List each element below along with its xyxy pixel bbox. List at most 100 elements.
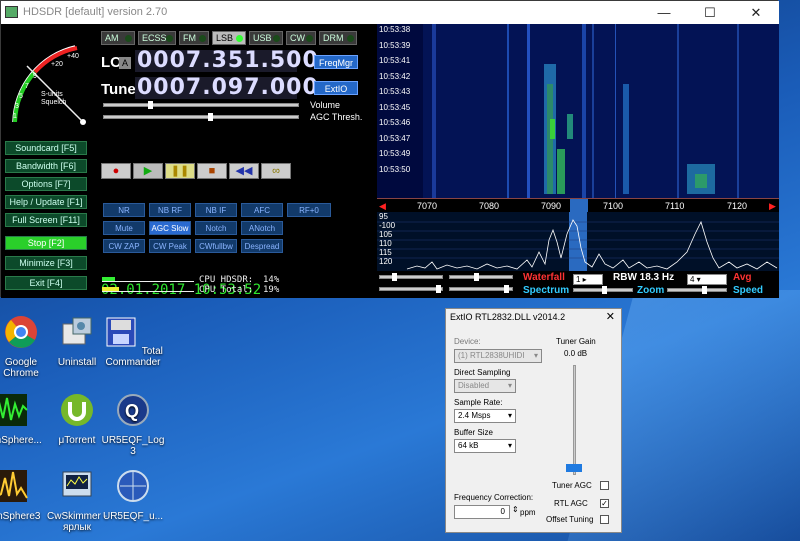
svg-text:Q: Q: [125, 401, 139, 421]
zoom-slider-left[interactable]: [573, 286, 633, 294]
spectrum-contrast-slider[interactable]: [379, 285, 443, 293]
desktop-icon-hamsphere3[interactable]: HamSphere3: [0, 468, 44, 522]
offset-tuning-label: Offset Tuning: [546, 515, 594, 524]
rewind-icon: ◀◀: [235, 165, 253, 177]
dsp-button-cw-peak[interactable]: CW Peak: [149, 239, 191, 253]
waterfall-time-label: 10:53:39: [379, 40, 411, 50]
desktop-icon-total-commander[interactable]: Total Commander: [100, 314, 166, 368]
mode-button-usb[interactable]: USB: [249, 31, 283, 45]
dsp-button-nb-rf[interactable]: NB RF: [149, 203, 191, 217]
waterfall-display[interactable]: 10:53:38 10:53:39 10:53:41 10:53:42 10:53:43…: [377, 24, 779, 198]
dsp-button-nb-if[interactable]: NB IF: [195, 203, 237, 217]
frequency-scale[interactable]: ◀ ▶ 7070 7080 7090 7100 7110 7120: [377, 198, 779, 213]
dsp-button-notch[interactable]: Notch: [195, 221, 237, 235]
scale-left-arrow-icon[interactable]: ◀: [379, 201, 386, 212]
spectrum-db-label: -100: [379, 221, 396, 230]
cwskimmer-icon: [62, 471, 92, 497]
tuner-gain-thumb[interactable]: [566, 464, 582, 472]
desktop-icon-ur5eqf-log[interactable]: Q UR5EQF_Log 3: [100, 392, 166, 457]
mode-button-cw[interactable]: CW: [286, 31, 316, 45]
tuner-gain-slider[interactable]: [573, 365, 576, 475]
extio-close-button[interactable]: ✕: [606, 310, 615, 323]
buffer-size-label: Buffer Size: [454, 428, 493, 437]
minimize-button[interactable]: —: [641, 1, 687, 24]
waterfall-time-label: 10:53:42: [379, 71, 411, 81]
spectrum-label: Spectrum: [523, 285, 570, 296]
avg-label: Avg: [733, 272, 752, 283]
cpu-hdsdr-track: [102, 276, 194, 282]
scale-right-arrow-icon[interactable]: ▶: [769, 201, 776, 212]
avg-select[interactable]: 4 ▾: [687, 274, 727, 285]
dsp-button-mute[interactable]: Mute: [103, 221, 145, 235]
frequency-tick-label: 7080: [479, 201, 500, 211]
dsp-button-nr[interactable]: NR: [103, 203, 145, 217]
dsp-button-anotch[interactable]: ANotch: [241, 221, 283, 235]
play-button[interactable]: ▶: [133, 163, 163, 179]
hdsdr-titlebar[interactable]: HDSDR [default] version 2.70 — ☐ ✕: [1, 1, 779, 24]
direct-sampling-select[interactable]: Disabled ▾: [454, 379, 516, 393]
side-button-7[interactable]: Exit [F4]: [5, 276, 87, 290]
hdsdr-control-panel: +40 +20 9 7 5 3 1 S-units Squelch AM ECSS…: [1, 24, 377, 298]
mode-button-ecss[interactable]: ECSS: [138, 31, 176, 45]
speed-slider[interactable]: [667, 286, 727, 294]
spectrum-db-label: 120: [379, 257, 393, 266]
spectrum-plot: [377, 212, 779, 271]
side-button-0[interactable]: Soundcard [F5]: [5, 141, 87, 155]
volume-slider[interactable]: [103, 101, 299, 109]
dsp-button-despread[interactable]: Despread: [241, 239, 283, 253]
close-button[interactable]: ✕: [733, 1, 779, 24]
pause-button[interactable]: ❚❚: [165, 163, 195, 179]
dsp-button-rf+0[interactable]: RF+0: [287, 203, 331, 217]
side-button-2[interactable]: Options [F7]: [5, 177, 87, 191]
cpu-total-label: CPU Total:: [199, 285, 254, 295]
mode-button-lsb[interactable]: LSB: [212, 31, 246, 45]
dsp-button-afc[interactable]: AFC: [241, 203, 283, 217]
rewind-button[interactable]: ◀◀: [229, 163, 259, 179]
rbw-label: RBW 18.3 Hz: [613, 272, 675, 283]
side-button-4[interactable]: Full Screen [F11]: [5, 213, 87, 227]
device-select[interactable]: (1) RTL2838UHIDI ▾: [454, 349, 542, 363]
offset-tuning-checkbox[interactable]: [600, 515, 609, 524]
freq-correction-stepper-icon[interactable]: ⇕: [512, 505, 519, 514]
agc-threshold-slider[interactable]: [103, 113, 299, 121]
meter-label-40: +40: [67, 53, 79, 60]
dsp-button-cw-zap[interactable]: CW ZAP: [103, 239, 145, 253]
mode-button-fm[interactable]: FM: [179, 31, 209, 45]
lo-frequency-box[interactable]: 0007.351.500: [135, 48, 318, 73]
side-button-6[interactable]: Minimize [F3]: [5, 256, 87, 270]
freqmgr-button[interactable]: FreqMgr: [314, 55, 358, 69]
extio-button[interactable]: ExtIO: [314, 81, 358, 95]
side-button-1[interactable]: Bandwidth [F6]: [5, 159, 87, 173]
side-button-3[interactable]: Help / Update [F1]: [5, 195, 87, 209]
record-button[interactable]: ●: [101, 163, 131, 179]
tune-frequency-box[interactable]: 0007.097.000: [135, 75, 318, 100]
desktop-icon-hamsphere[interactable]: HamSphere...: [0, 392, 44, 446]
maximize-button[interactable]: ☐: [687, 1, 733, 24]
hdsdr-title: HDSDR [default] version 2.70: [23, 6, 168, 18]
mode-button-am[interactable]: AM: [101, 31, 135, 45]
desktop-icon-ur5eqf-u[interactable]: UR5EQF_u...: [100, 468, 166, 522]
tune-label: Tune: [101, 81, 136, 98]
side-button-5[interactable]: Stop [F2]: [5, 236, 87, 250]
waterfall-contrast-slider[interactable]: [379, 273, 443, 281]
spectrum-db-label: 115: [379, 248, 392, 257]
mode-button-drm[interactable]: DRM: [319, 31, 357, 45]
spectrum-brightness-slider[interactable]: [449, 285, 513, 293]
icon-label: μTorrent: [58, 435, 96, 446]
dsp-button-agc-slow[interactable]: AGC Slow: [149, 221, 191, 235]
spectrum-display[interactable]: 95 -100 105 110 115 120: [377, 212, 779, 271]
stop-button-transport[interactable]: ■: [197, 163, 227, 179]
waterfall-step-select[interactable]: 1 ▸: [573, 274, 603, 285]
dsp-button-cwfullbw[interactable]: CWfullbw: [195, 239, 237, 253]
buffer-size-select[interactable]: 64 kB ▾: [454, 439, 516, 453]
waterfall-brightness-slider[interactable]: [449, 273, 513, 281]
frequency-correction-input[interactable]: 0: [454, 505, 510, 519]
mode-led-icon: [236, 35, 243, 42]
waterfall-label: Waterfall: [523, 272, 565, 283]
tuner-agc-checkbox[interactable]: [600, 481, 609, 490]
sample-rate-select[interactable]: 2.4 Msps ▾: [454, 409, 516, 423]
waterfall-time-label: 10:53:41: [379, 56, 411, 65]
lock-icon[interactable]: A: [119, 57, 131, 69]
rtl-agc-checkbox[interactable]: ✓: [600, 499, 609, 508]
loop-button[interactable]: ∞: [261, 163, 291, 179]
